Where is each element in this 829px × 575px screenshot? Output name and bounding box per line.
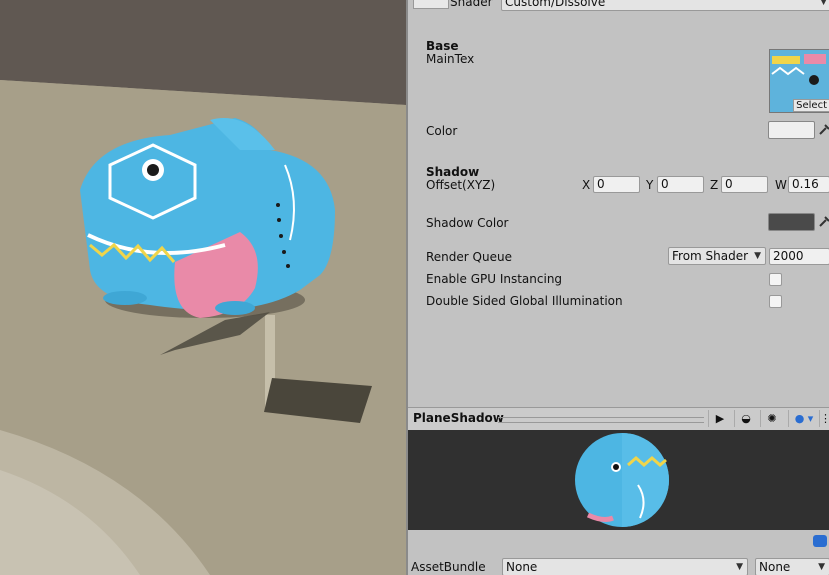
sphere-shape-icon[interactable]: ● ▾ [788,410,819,427]
color-swatch[interactable] [768,121,815,139]
chevron-down-icon: ▼ [754,251,761,261]
gpu-instancing-checkbox[interactable] [769,273,782,286]
render-queue-mode-dropdown[interactable]: From Shader ▼ [668,247,766,265]
double-sided-gi-checkbox[interactable] [769,295,782,308]
offset-y-label: Y [646,178,654,192]
asset-bundle-dropdown[interactable]: None ▼ [502,558,748,575]
chevron-down-icon: ▼ [820,0,827,7]
double-sided-gi-label: Double Sided Global Illumination [426,294,623,308]
asset-bundle-value: None [506,560,538,574]
drag-handle[interactable] [498,417,704,423]
light-icon[interactable]: ✺ [760,410,783,427]
material-preview-sphere [575,433,669,527]
texture-select-button[interactable]: Select [793,99,829,112]
maintex-texture-slot[interactable]: Select [769,49,829,113]
inspector-panel: Shader Custom/Dissolve ▼ Base MainTex Se… [408,0,829,575]
tag-icon[interactable] [813,535,827,547]
scene-view[interactable] [0,0,406,575]
preview-header[interactable]: PlaneShadow ▶ ◒ ✺ ● ▾ ⋮ [408,407,829,431]
offset-z-label: Z [710,178,719,192]
shader-dropdown[interactable]: Custom/Dissolve ▼ [501,0,829,11]
offset-w-field[interactable]: 0.16 [788,176,829,193]
gpu-instancing-label: Enable GPU Instancing [426,272,563,286]
offset-label: Offset(XYZ) [426,178,496,192]
color-label: Color [426,124,458,138]
render-queue-label: Render Queue [426,250,512,264]
eyedropper-icon[interactable] [818,122,829,136]
maintex-label: MainTex [426,52,475,66]
offset-y-field[interactable]: 0 [657,176,704,193]
play-icon[interactable]: ▶ [708,410,731,427]
eyedropper-icon[interactable] [818,214,829,228]
asset-bundle-variant-dropdown[interactable]: None ▼ [755,558,829,575]
more-icon[interactable]: ⋮ [819,410,829,427]
offset-x-label: X [582,178,591,192]
asset-bundle-label: AssetBundle [411,560,486,574]
offset-z-field[interactable]: 0 [721,176,768,193]
preview-title: PlaneShadow [413,411,504,425]
base-header: Base [426,39,459,53]
chevron-down-icon: ▼ [736,562,743,572]
shadow-color-label: Shadow Color [426,216,509,230]
shadow-header: Shadow [426,165,480,179]
shader-label: Shader [450,0,493,9]
asset-bundle-row: AssetBundle None ▼ None ▼ [408,535,829,575]
chevron-down-icon: ▼ [818,562,825,572]
offset-x-field[interactable]: 0 [593,176,640,193]
shader-dropdown-value: Custom/Dissolve [505,0,606,9]
material-icon [413,0,449,9]
render-queue-mode-value: From Shader [672,249,749,263]
material-preview-area[interactable] [408,430,829,530]
render-queue-value-field[interactable]: 2000 [769,248,829,265]
preview-mesh-icon[interactable]: ◒ [734,410,757,427]
shadow-color-swatch[interactable] [768,213,815,231]
asset-bundle-variant-value: None [759,560,791,574]
scene-render [0,0,406,575]
offset-w-label: W [775,178,787,192]
